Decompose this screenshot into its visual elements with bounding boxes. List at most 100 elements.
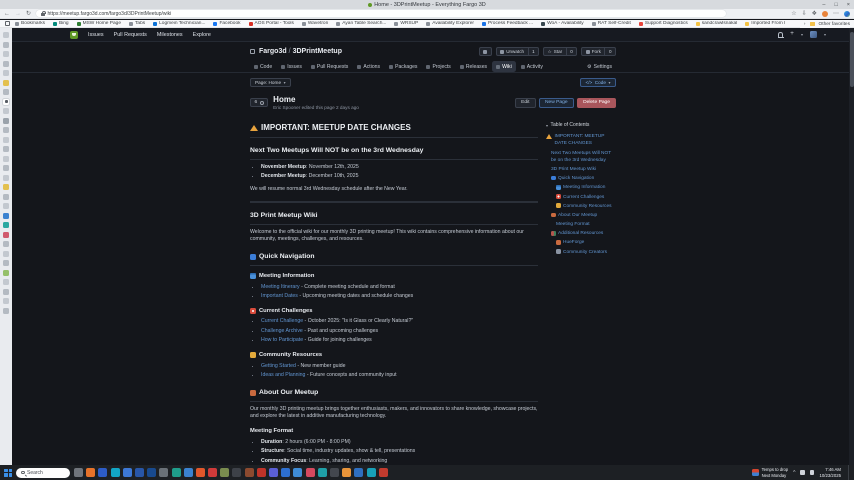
bookmark-item[interactable]: Availability Explorer — [426, 21, 474, 26]
overflow-chevron-icon[interactable]: › — [804, 22, 806, 27]
vertical-tab[interactable] — [3, 203, 9, 209]
star-count[interactable]: 0 — [567, 47, 578, 56]
toc-link[interactable]: Meeting Information — [563, 184, 605, 191]
taskbar-app-icon[interactable] — [147, 468, 156, 477]
bookmark-item[interactable]: Tabs — [129, 21, 145, 26]
user-avatar[interactable] — [810, 31, 817, 38]
taskbar-app-icon[interactable] — [379, 468, 388, 477]
notifications-bell-icon[interactable] — [778, 32, 783, 37]
vertical-tab[interactable] — [3, 61, 9, 67]
taskbar-app-icon[interactable] — [74, 468, 83, 477]
bookmark-item[interactable]: Process Feedback ... — [482, 21, 533, 26]
favorite-star-icon[interactable]: ☆ — [791, 11, 796, 17]
taskbar-app-icon[interactable] — [245, 468, 254, 477]
vertical-tab[interactable] — [3, 213, 9, 219]
vertical-tab[interactable] — [3, 70, 9, 76]
minimize-icon[interactable]: – — [822, 2, 825, 8]
bookmark-item[interactable]: Logmein Technician... — [153, 21, 205, 26]
active-tab[interactable]: Home - 3DPrintMeetup - Everything Fargo … — [0, 0, 854, 9]
vertical-tab[interactable] — [3, 80, 9, 86]
rss-feed-button[interactable] — [479, 47, 492, 56]
tab-packages[interactable]: Packages — [385, 61, 421, 72]
scrollbar-thumb[interactable] — [850, 32, 854, 87]
wiki-link[interactable]: Getting Started — [261, 363, 296, 369]
new-page-button[interactable]: New Page — [539, 98, 574, 108]
downloads-icon[interactable]: ⇩ — [802, 11, 807, 17]
taskbar-app-icon[interactable] — [306, 468, 315, 477]
forward-icon[interactable]: → — [15, 11, 21, 17]
taskbar-app-icon[interactable] — [330, 468, 339, 477]
nav-pull-requests[interactable]: Pull Requests — [114, 32, 147, 38]
tab-actions-icon[interactable] — [5, 21, 10, 26]
vertical-tab[interactable] — [3, 146, 9, 152]
toc-link[interactable]: IMPORTANT: MEETUP DATE CHANGES — [555, 133, 617, 147]
tab-issues[interactable]: Issues — [277, 61, 306, 72]
taskbar-app-icon[interactable] — [135, 468, 144, 477]
create-new-icon[interactable]: + — [790, 31, 794, 38]
page-selector-dropdown[interactable]: Page: Home▾ — [250, 78, 291, 87]
lock-icon[interactable] — [41, 13, 45, 16]
nav-issues[interactable]: Issues — [88, 32, 104, 38]
volume-icon[interactable] — [810, 470, 815, 475]
page-scrollbar[interactable] — [849, 28, 854, 465]
watch-count[interactable]: 1 — [529, 47, 540, 56]
toc-link[interactable]: Additional Resources — [558, 230, 603, 237]
vertical-tab[interactable] — [3, 308, 9, 314]
vertical-tab[interactable] — [3, 127, 9, 133]
vertical-tab[interactable] — [3, 289, 9, 295]
taskbar-app-icon[interactable] — [342, 468, 351, 477]
vertical-tab-active[interactable] — [3, 99, 9, 105]
edit-button[interactable]: Edit — [515, 98, 535, 108]
bookmark-item[interactable]: Bing — [53, 21, 69, 26]
vertical-tab[interactable] — [3, 241, 9, 247]
tab-code[interactable]: Code — [250, 61, 276, 72]
bookmark-item[interactable]: Wavetron — [302, 21, 328, 26]
taskbar-clock[interactable]: 7:46 AM10/23/2025 — [819, 467, 841, 478]
taskbar-app-icon[interactable] — [232, 468, 241, 477]
extensions-icon[interactable]: ❖ — [812, 11, 817, 17]
toc-link[interactable]: Current Challenges — [563, 194, 604, 201]
fork-count[interactable]: 0 — [605, 47, 616, 56]
toc-link[interactable]: Community Creators — [563, 249, 607, 256]
maximize-icon[interactable]: □ — [834, 2, 837, 8]
bookmark-item[interactable]: WoA - Availability — [541, 21, 584, 26]
nav-milestones[interactable]: Milestones — [157, 32, 183, 38]
copilot-icon[interactable] — [844, 11, 850, 17]
bookmark-item[interactable]: WRSUP — [394, 21, 418, 26]
taskbar-app-icon[interactable] — [318, 468, 327, 477]
delete-page-button[interactable]: Delete Page — [577, 98, 616, 108]
show-desktop-button[interactable] — [848, 465, 850, 480]
vertical-tab[interactable] — [3, 51, 9, 57]
gitea-logo-icon[interactable] — [70, 31, 78, 39]
tab-releases[interactable]: Releases — [456, 61, 491, 72]
vertical-tab[interactable] — [3, 194, 9, 200]
vertical-tab[interactable] — [3, 270, 9, 276]
repo-owner-link[interactable]: Fargo3d — [259, 48, 287, 55]
taskbar-app-icon[interactable] — [98, 468, 107, 477]
wiki-link[interactable]: Current Challenge — [261, 318, 303, 324]
wiki-link[interactable]: Ideas and Planning — [261, 372, 305, 378]
taskbar-app-icon[interactable] — [354, 468, 363, 477]
bookmark-item[interactable]: MSW Home Page — [77, 21, 121, 26]
network-icon[interactable] — [800, 470, 805, 475]
bookmark-item[interactable]: Bookmarks — [15, 21, 45, 26]
bookmark-item[interactable]: RAT Self-Credit — [592, 21, 631, 26]
taskbar-app-icon[interactable] — [220, 468, 229, 477]
toc-link[interactable]: Community Resources — [563, 203, 612, 210]
vertical-tab[interactable] — [3, 108, 9, 114]
vertical-tab[interactable] — [3, 156, 9, 162]
taskbar-app-icon[interactable] — [269, 468, 278, 477]
vertical-tab[interactable] — [3, 232, 9, 238]
close-icon[interactable]: × — [847, 2, 850, 8]
toc-link[interactable]: Next Two Meetups Will NOT be on the 3rd … — [551, 150, 616, 164]
vertical-tab[interactable] — [3, 279, 9, 285]
fork-button[interactable]: Fork — [581, 47, 605, 56]
bookmark-item[interactable]: Ayan Table Search... — [336, 21, 386, 26]
taskbar-app-icon[interactable] — [172, 468, 181, 477]
bookmark-item[interactable]: Facebook — [213, 21, 240, 26]
weather-widget[interactable]: Temps to dropNext Monday — [752, 467, 788, 478]
tab-pull-requests[interactable]: Pull Requests — [307, 61, 352, 72]
tab-actions[interactable]: Actions — [353, 61, 384, 72]
other-favorites-label[interactable]: Other favorites — [819, 22, 850, 27]
bookmark-item[interactable]: AOS Portal - Tools — [249, 21, 294, 26]
